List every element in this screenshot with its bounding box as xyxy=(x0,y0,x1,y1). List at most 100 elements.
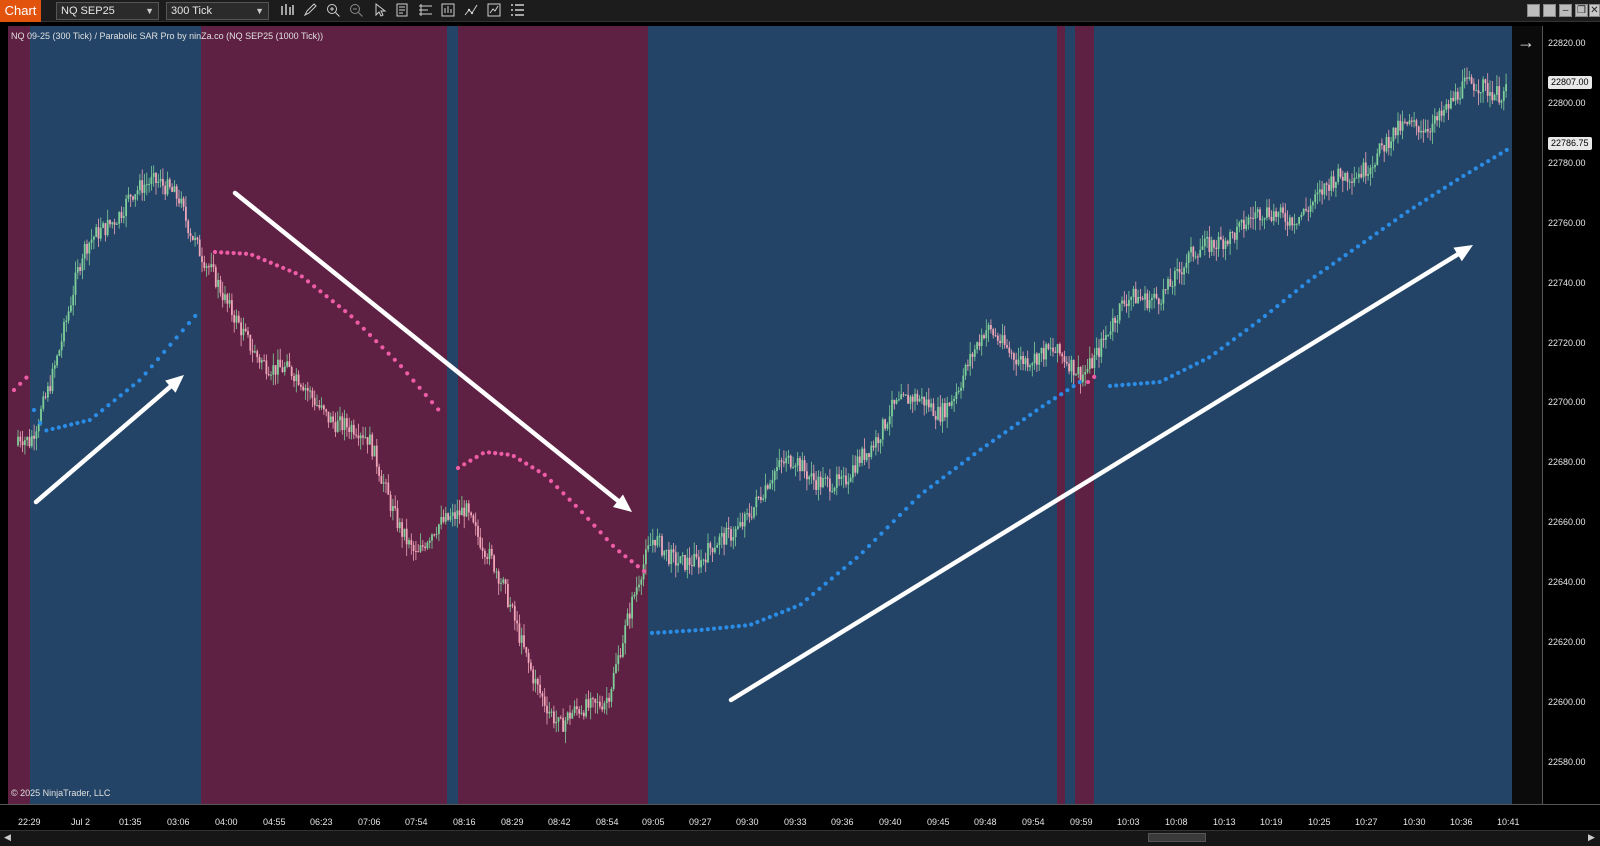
candle-down xyxy=(306,388,309,391)
sar-dot-up xyxy=(1343,252,1348,258)
scrollbar-thumb[interactable] xyxy=(1148,833,1206,842)
candle-up xyxy=(1374,164,1376,168)
zoom-in-icon[interactable] xyxy=(325,3,342,19)
candle-down xyxy=(863,448,866,460)
price-tick-label: 22580.00 xyxy=(1548,757,1586,768)
candle-down xyxy=(691,564,693,567)
sar-dot-up xyxy=(137,378,142,383)
candle-up xyxy=(1236,226,1238,240)
candle-down xyxy=(1157,298,1160,305)
candle-down xyxy=(711,548,714,553)
sar-dot-up xyxy=(873,537,878,542)
sar-dot-down xyxy=(604,536,609,542)
sar-dot-up xyxy=(1399,213,1404,219)
strategies-icon[interactable] xyxy=(463,3,480,19)
candle-down xyxy=(120,212,123,219)
sar-dot-up xyxy=(1176,370,1181,375)
candle-down xyxy=(1282,207,1284,214)
candle-down xyxy=(990,324,992,330)
draw-pencil-icon[interactable] xyxy=(302,3,319,19)
sar-dot-up xyxy=(835,571,841,576)
properties-icon[interactable] xyxy=(509,3,526,19)
chart-tab[interactable]: Chart xyxy=(0,0,41,22)
candle-down xyxy=(1346,172,1349,182)
arrow-right-icon[interactable]: → xyxy=(1517,32,1535,53)
candle-up xyxy=(930,403,932,408)
candle-down xyxy=(1341,176,1344,181)
horizontal-scrollbar[interactable] xyxy=(0,830,1600,846)
sar-dot-up xyxy=(1225,341,1230,346)
candle-up xyxy=(617,655,620,665)
sar-dot-up xyxy=(1065,388,1070,393)
candle-down xyxy=(267,373,270,376)
chart-trader-icon[interactable] xyxy=(440,3,457,19)
candle-down xyxy=(401,522,403,537)
candle-down xyxy=(1006,345,1008,348)
candle-down xyxy=(290,366,293,377)
candle-up xyxy=(1095,347,1098,356)
price-tick-label: 22620.00 xyxy=(1548,637,1586,648)
data-box-icon[interactable] xyxy=(394,3,411,19)
trend-zone-bear xyxy=(1075,26,1094,804)
candle-up xyxy=(1038,353,1041,365)
sar-dot-up xyxy=(1287,294,1292,299)
candle-up xyxy=(875,437,877,448)
candle-up xyxy=(440,516,443,525)
candle-down xyxy=(582,712,585,717)
candle-down xyxy=(877,437,880,444)
candle-down xyxy=(541,693,544,697)
candle-down xyxy=(1141,298,1144,300)
time-tick-label: 09:59 xyxy=(1070,817,1093,827)
candle-down xyxy=(265,360,268,374)
candle-down xyxy=(815,480,817,490)
candle-down xyxy=(412,544,415,552)
zoom-out-icon[interactable] xyxy=(348,3,365,19)
candle-up xyxy=(286,361,288,367)
scroll-right-icon[interactable]: ▶ xyxy=(1588,832,1595,843)
candle-up xyxy=(879,439,882,444)
candle-up xyxy=(1017,359,1020,365)
candle-down xyxy=(355,434,357,436)
restore-icon[interactable]: ❐ xyxy=(1575,4,1588,17)
pointer-icon[interactable] xyxy=(371,2,388,19)
price-chart[interactable] xyxy=(8,26,1542,804)
candle-up xyxy=(1309,205,1312,212)
candle-down xyxy=(1243,219,1245,229)
sar-dot-down xyxy=(1092,374,1097,379)
indicators-icon[interactable] xyxy=(486,3,503,19)
candle-down xyxy=(1220,236,1222,240)
candle-down xyxy=(766,485,769,489)
instrument-select[interactable]: NQ SEP25 ▼ xyxy=(56,2,159,20)
candle-up xyxy=(1201,246,1204,250)
candle-up xyxy=(1500,100,1503,103)
minimize-icon[interactable]: – xyxy=(1559,4,1572,17)
candle-up xyxy=(1502,91,1505,101)
sar-dot-up xyxy=(1231,337,1237,342)
candle-up xyxy=(1505,84,1507,92)
window-tile-icon[interactable] xyxy=(1527,4,1540,17)
candle-up xyxy=(785,457,788,464)
scroll-left-icon[interactable]: ◀ xyxy=(4,832,11,843)
candle-down xyxy=(854,465,857,473)
sar-dot-up xyxy=(81,419,86,424)
sar-dot-up xyxy=(792,605,797,610)
interval-select[interactable]: 300 Tick ▼ xyxy=(166,2,269,20)
candle-down xyxy=(1332,176,1335,188)
sar-dot-up xyxy=(1052,396,1058,401)
chart-title: NQ 09-25 (300 Tick) / Parabolic SAR Pro … xyxy=(11,31,324,41)
sar-dot-down xyxy=(629,559,634,564)
candle-down xyxy=(178,198,180,204)
sar-dot-down xyxy=(219,250,224,255)
sar-dot-up xyxy=(1349,248,1354,253)
bars-icon[interactable] xyxy=(279,3,296,19)
time-tick-label: 07:06 xyxy=(358,817,381,827)
drawing-tools-icon[interactable] xyxy=(417,3,434,19)
candle-down xyxy=(348,427,351,432)
candle-up xyxy=(81,258,84,271)
candle-up xyxy=(1475,90,1478,92)
chart-panel[interactable] xyxy=(8,26,1542,804)
sar-dot-down xyxy=(355,320,360,325)
window-layout-icon[interactable] xyxy=(1543,4,1556,17)
sar-dot-up xyxy=(1405,209,1410,214)
close-icon[interactable]: ✕ xyxy=(1589,4,1600,17)
